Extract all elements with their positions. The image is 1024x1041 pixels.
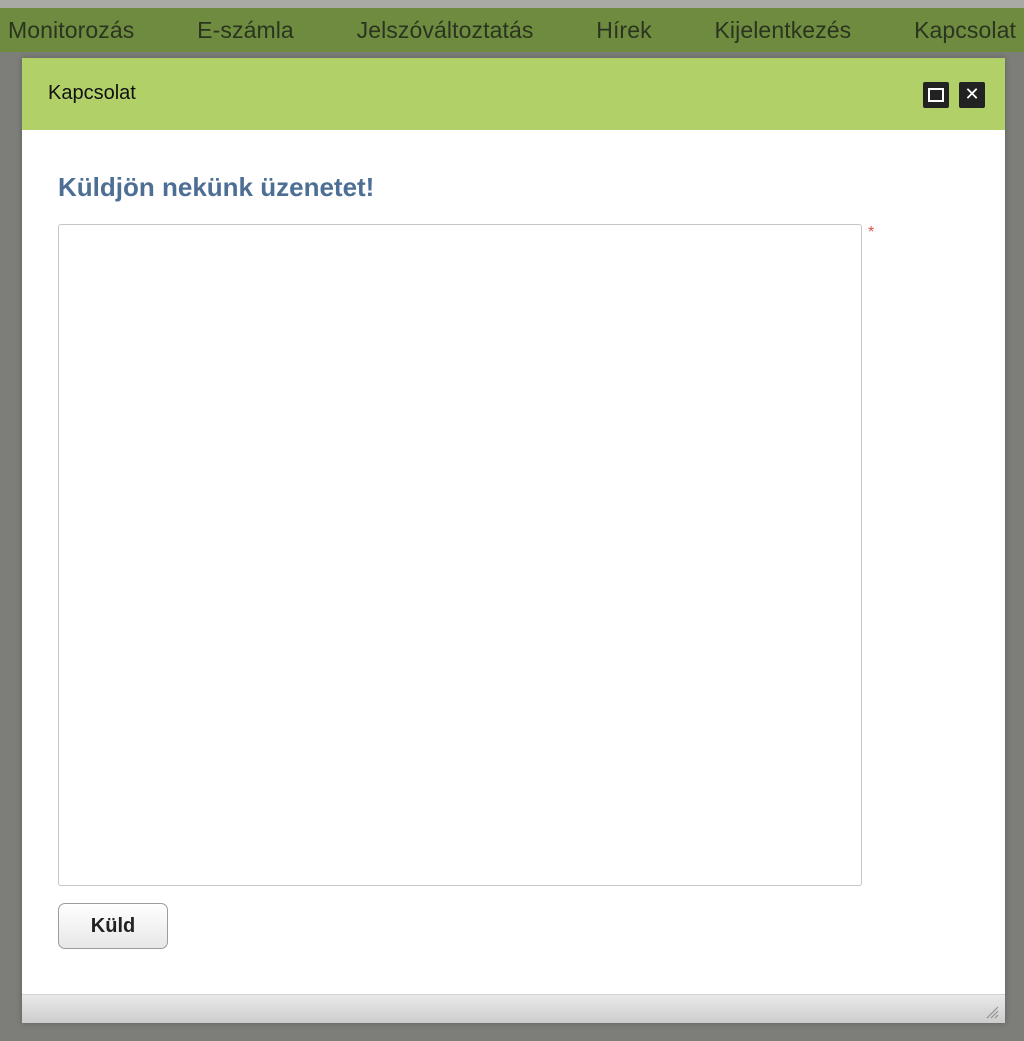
contact-dialog: Kapcsolat ✕ Küldjön nekünk üzenetet! * K… — [22, 58, 1005, 1023]
dialog-header[interactable]: Kapcsolat ✕ — [22, 58, 1005, 130]
nav-item-contact[interactable]: Kapcsolat — [914, 17, 1016, 44]
close-icon: ✕ — [964, 84, 980, 105]
message-textarea[interactable] — [58, 224, 862, 886]
main-navigation: Monitorozás E-számla Jelszóváltoztatás H… — [0, 8, 1024, 52]
form-heading: Küldjön nekünk üzenetet! — [58, 172, 375, 202]
close-button[interactable]: ✕ — [959, 82, 985, 108]
nav-item-news[interactable]: Hírek — [596, 17, 651, 44]
maximize-icon — [928, 88, 944, 102]
send-button[interactable]: Küld — [58, 903, 168, 949]
resize-grip-icon[interactable] — [983, 1003, 999, 1019]
nav-item-password-change[interactable]: Jelszóváltoztatás — [357, 17, 534, 44]
required-marker: * — [868, 224, 875, 241]
nav-item-logout[interactable]: Kijelentkezés — [714, 17, 851, 44]
top-strip — [0, 0, 1024, 8]
nav-item-e-invoice[interactable]: E-számla — [197, 17, 294, 44]
nav-item-monitoring[interactable]: Monitorozás — [8, 17, 134, 44]
dialog-footer — [22, 994, 1005, 1023]
dialog-title: Kapcsolat — [48, 82, 136, 104]
maximize-button[interactable] — [923, 82, 949, 108]
